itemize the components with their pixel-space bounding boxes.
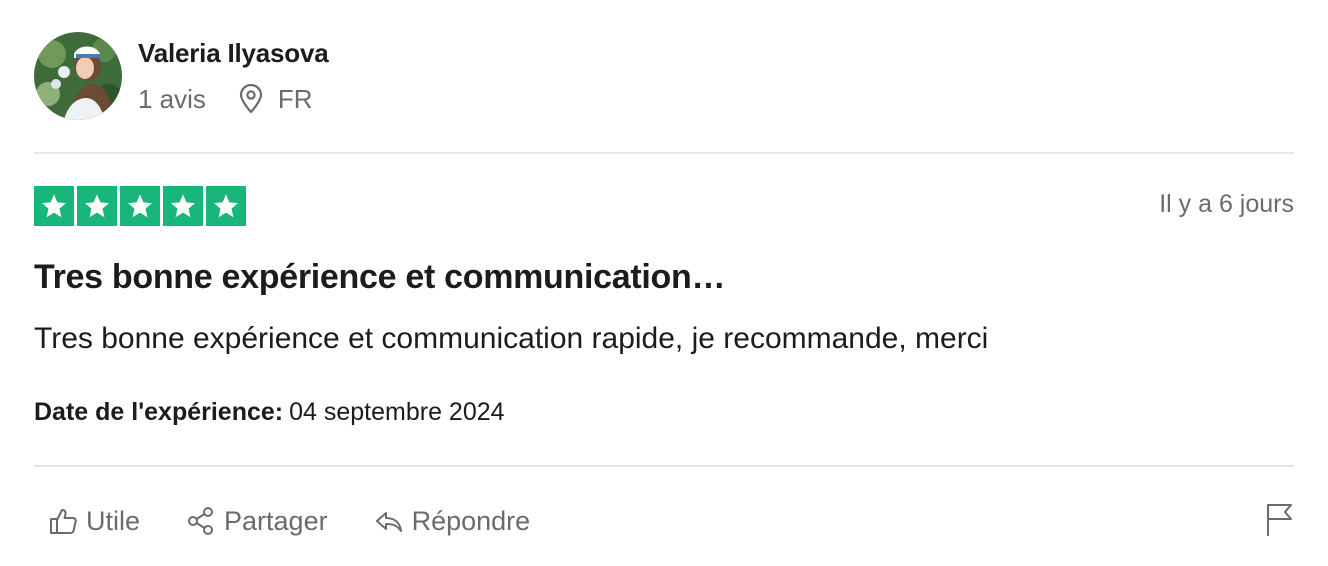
reviewer-country: FR — [277, 83, 313, 114]
share-icon — [186, 506, 216, 536]
star-icon — [163, 186, 203, 226]
share-button[interactable]: Partager — [186, 506, 328, 537]
reviews-count: 1 avis — [138, 83, 206, 114]
reply-icon — [374, 506, 404, 536]
star-icon — [34, 186, 74, 226]
review-body: Tres bonne expérience et communication r… — [34, 322, 989, 355]
review-card: Valeria Ilyasova 1 avis FR Il y a 6 jour… — [34, 0, 1294, 566]
reviewer-name[interactable]: Valeria Ilyasova — [138, 38, 329, 69]
review-actions: Utile Partager Répondre — [48, 500, 576, 542]
experience-date: Date de l'expérience: 04 septembre 2024 — [34, 398, 505, 427]
experience-date-label: Date de l'expérience: — [34, 398, 284, 426]
reply-label: Répondre — [411, 505, 531, 536]
star-icon — [206, 186, 246, 226]
review-title[interactable]: Tres bonne expérience et communication… — [34, 258, 725, 297]
star-icon — [120, 186, 160, 226]
star-icon — [77, 186, 117, 226]
share-label: Partager — [224, 505, 328, 536]
flag-icon[interactable] — [1264, 502, 1294, 538]
thumbs-up-icon — [48, 506, 78, 536]
review-relative-date: Il y a 6 jours — [1159, 190, 1294, 218]
avatar-image — [34, 32, 122, 120]
divider — [34, 152, 1294, 154]
reply-button[interactable]: Répondre — [374, 505, 531, 537]
star-rating — [34, 186, 246, 226]
divider — [34, 465, 1294, 467]
location-pin-icon — [238, 84, 264, 114]
useful-button[interactable]: Utile — [48, 506, 140, 537]
reviewer-meta: 1 avis FR — [138, 82, 313, 116]
experience-date-value: 04 septembre 2024 — [289, 398, 505, 426]
useful-label: Utile — [86, 505, 141, 536]
avatar[interactable] — [34, 32, 122, 120]
